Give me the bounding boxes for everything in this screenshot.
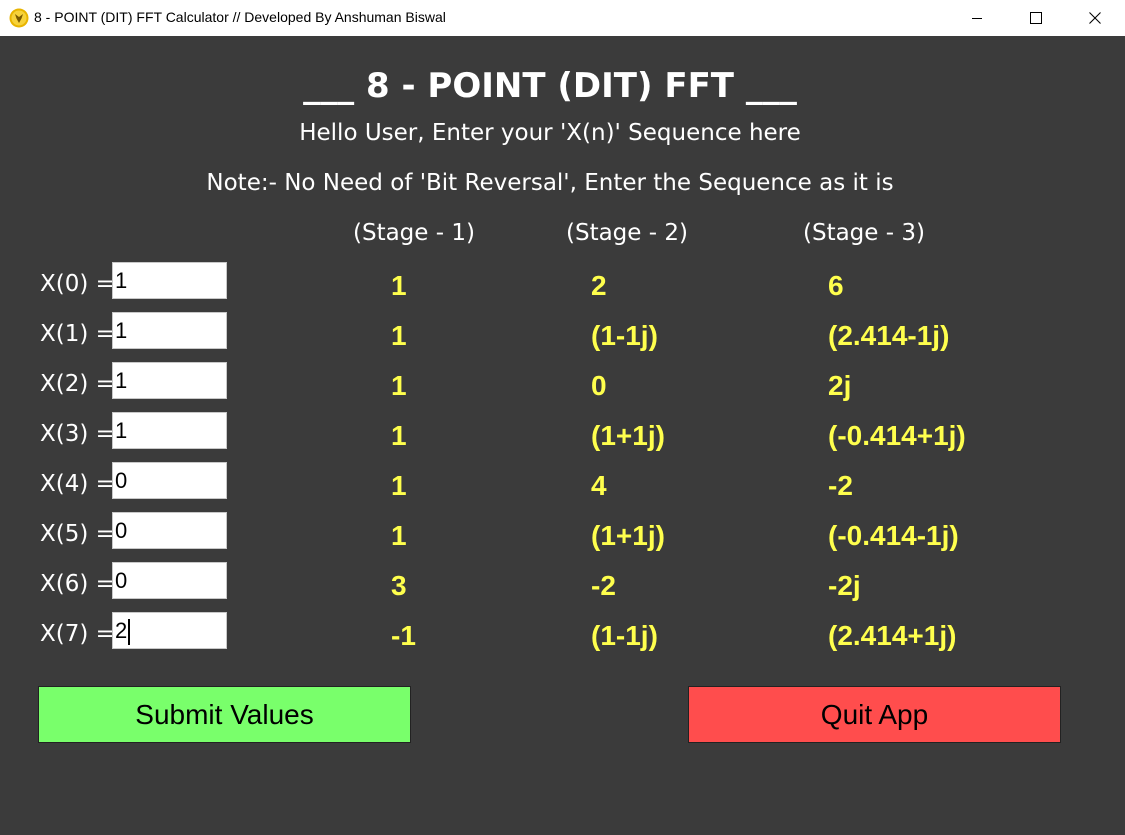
window-title: 8 - POINT (DIT) FFT Calculator // Develo… — [34, 9, 446, 25]
stage1-value-3: 1 — [391, 420, 407, 451]
maximize-button[interactable] — [1007, 0, 1065, 36]
stage2-value-4: 4 — [591, 470, 607, 501]
stage3-value-5: (-0.414-1j) — [828, 520, 959, 551]
stage1-value-2: 1 — [391, 370, 407, 401]
instruction-text: Hello User, Enter your 'X(n)' Sequence h… — [299, 120, 801, 146]
stage-2-header: (Stage - 2) — [566, 220, 688, 246]
maximize-icon — [1030, 12, 1042, 24]
stage2-value-0: 2 — [591, 270, 607, 301]
input-x6-value: 0 — [115, 568, 128, 593]
input-label-x6: X(6) = — [40, 571, 115, 597]
input-x7[interactable]: 2 — [112, 612, 227, 649]
input-x5-value: 0 — [115, 518, 128, 543]
input-label-x3: X(3) = — [40, 421, 115, 447]
note-text: Note:- No Need of 'Bit Reversal', Enter … — [206, 170, 894, 196]
input-x7-value: 2 — [115, 618, 128, 643]
stage3-value-7: (2.414+1j) — [828, 620, 957, 651]
stage2-value-7: (1-1j) — [591, 620, 658, 651]
stage3-value-4: -2 — [828, 470, 853, 501]
input-x0[interactable]: 1 — [112, 262, 227, 299]
input-x6[interactable]: 0 — [112, 562, 227, 599]
input-x4[interactable]: 0 — [112, 462, 227, 499]
stage2-value-2: 0 — [591, 370, 607, 401]
stage3-value-3: (-0.414+1j) — [828, 420, 966, 451]
input-label-x7: X(7) = — [40, 621, 115, 647]
quit-app-button[interactable]: Quit App — [688, 686, 1061, 743]
input-x2[interactable]: 1 — [112, 362, 227, 399]
input-label-x0: X(0) = — [40, 271, 115, 297]
text-caret — [128, 619, 131, 646]
stage-1-header: (Stage - 1) — [353, 220, 475, 246]
stage1-value-7: -1 — [391, 620, 416, 651]
input-x2-value: 1 — [115, 368, 128, 393]
app-client-area: ___ 8 - POINT (DIT) FFT ___ Hello User, … — [0, 36, 1125, 835]
stage1-value-4: 1 — [391, 470, 407, 501]
input-x3-value: 1 — [115, 418, 128, 443]
stage1-value-0: 1 — [391, 270, 407, 301]
page-title: ___ 8 - POINT (DIT) FFT ___ — [303, 66, 797, 106]
input-x3[interactable]: 1 — [112, 412, 227, 449]
app-logo-icon — [9, 8, 29, 28]
input-x0-value: 1 — [115, 268, 128, 293]
input-label-x4: X(4) = — [40, 471, 115, 497]
stage1-value-6: 3 — [391, 570, 407, 601]
stage1-value-5: 1 — [391, 520, 407, 551]
quit-app-label: Quit App — [820, 698, 929, 730]
window-titlebar: 8 - POINT (DIT) FFT Calculator // Develo… — [0, 0, 1125, 36]
input-x4-value: 0 — [115, 468, 128, 493]
stage3-value-2: 2j — [828, 370, 852, 401]
stage3-value-1: (2.414-1j) — [828, 320, 950, 351]
submit-values-label: Submit Values — [135, 698, 314, 730]
stage2-value-6: -2 — [591, 570, 616, 601]
input-x1[interactable]: 1 — [112, 312, 227, 349]
stage-3-header: (Stage - 3) — [803, 220, 925, 246]
minimize-icon — [972, 18, 982, 19]
stage2-value-5: (1+1j) — [591, 520, 665, 551]
minimize-button[interactable] — [948, 0, 1006, 36]
input-label-x1: X(1) = — [40, 321, 115, 347]
stage1-value-1: 1 — [391, 320, 407, 351]
submit-values-button[interactable]: Submit Values — [38, 686, 411, 743]
stage3-value-0: 6 — [828, 270, 844, 301]
input-label-x5: X(5) = — [40, 521, 115, 547]
close-button[interactable] — [1066, 0, 1124, 36]
stage2-value-1: (1-1j) — [591, 320, 658, 351]
input-x5[interactable]: 0 — [112, 512, 227, 549]
close-icon — [1089, 12, 1101, 24]
stage2-value-3: (1+1j) — [591, 420, 665, 451]
input-label-x2: X(2) = — [40, 371, 115, 397]
stage3-value-6: -2j — [828, 570, 861, 601]
input-x1-value: 1 — [115, 318, 128, 343]
